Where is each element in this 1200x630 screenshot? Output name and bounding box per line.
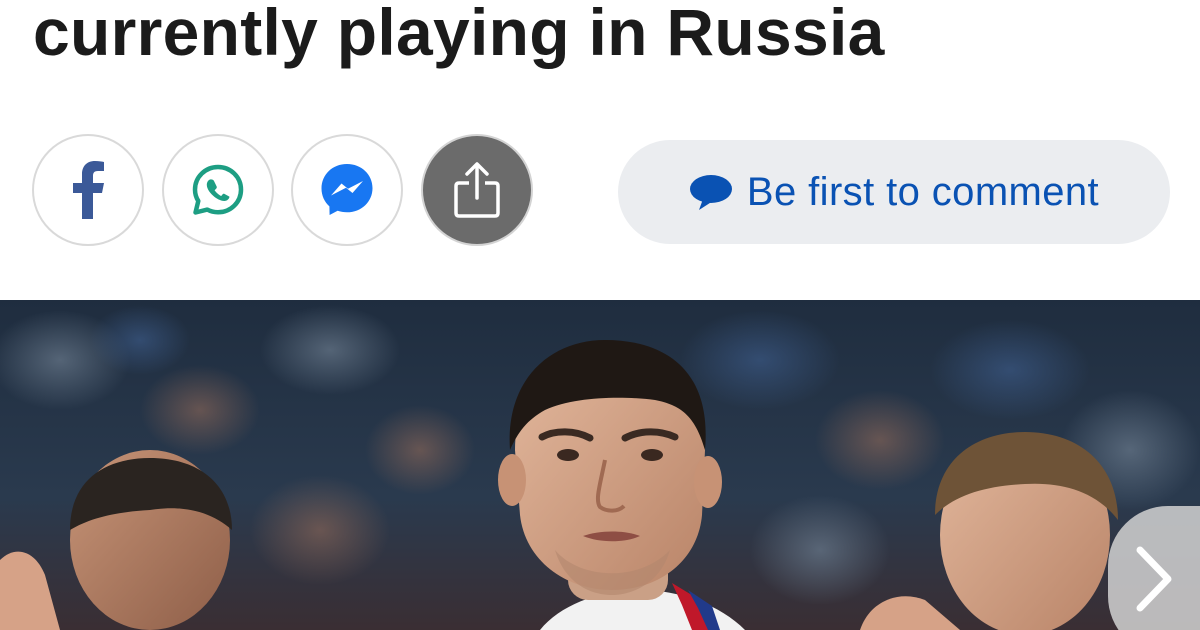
facebook-icon bbox=[71, 161, 105, 219]
facebook-share-button[interactable] bbox=[32, 134, 144, 246]
native-share-button[interactable] bbox=[421, 134, 533, 246]
share-bar: Be first to comment bbox=[32, 134, 1172, 250]
chevron-right-icon bbox=[1134, 544, 1174, 619]
article-hero-image bbox=[0, 300, 1200, 630]
speech-bubble-icon bbox=[689, 173, 733, 211]
comment-label: Be first to comment bbox=[746, 169, 1100, 214]
messenger-share-button[interactable] bbox=[291, 134, 403, 246]
article-headline: currently playing in Russia bbox=[33, 0, 885, 69]
share-upload-icon bbox=[451, 161, 503, 219]
comment-button[interactable]: Be first to comment bbox=[618, 140, 1170, 244]
messenger-icon bbox=[317, 160, 377, 220]
whatsapp-share-button[interactable] bbox=[162, 134, 274, 246]
whatsapp-icon bbox=[191, 163, 245, 217]
